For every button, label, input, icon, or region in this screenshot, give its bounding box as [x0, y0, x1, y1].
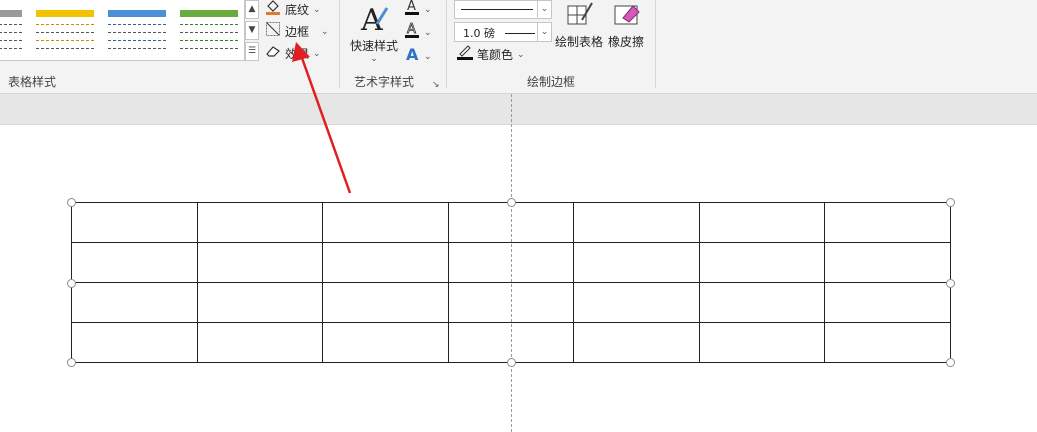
annotation-arrow — [292, 42, 352, 194]
